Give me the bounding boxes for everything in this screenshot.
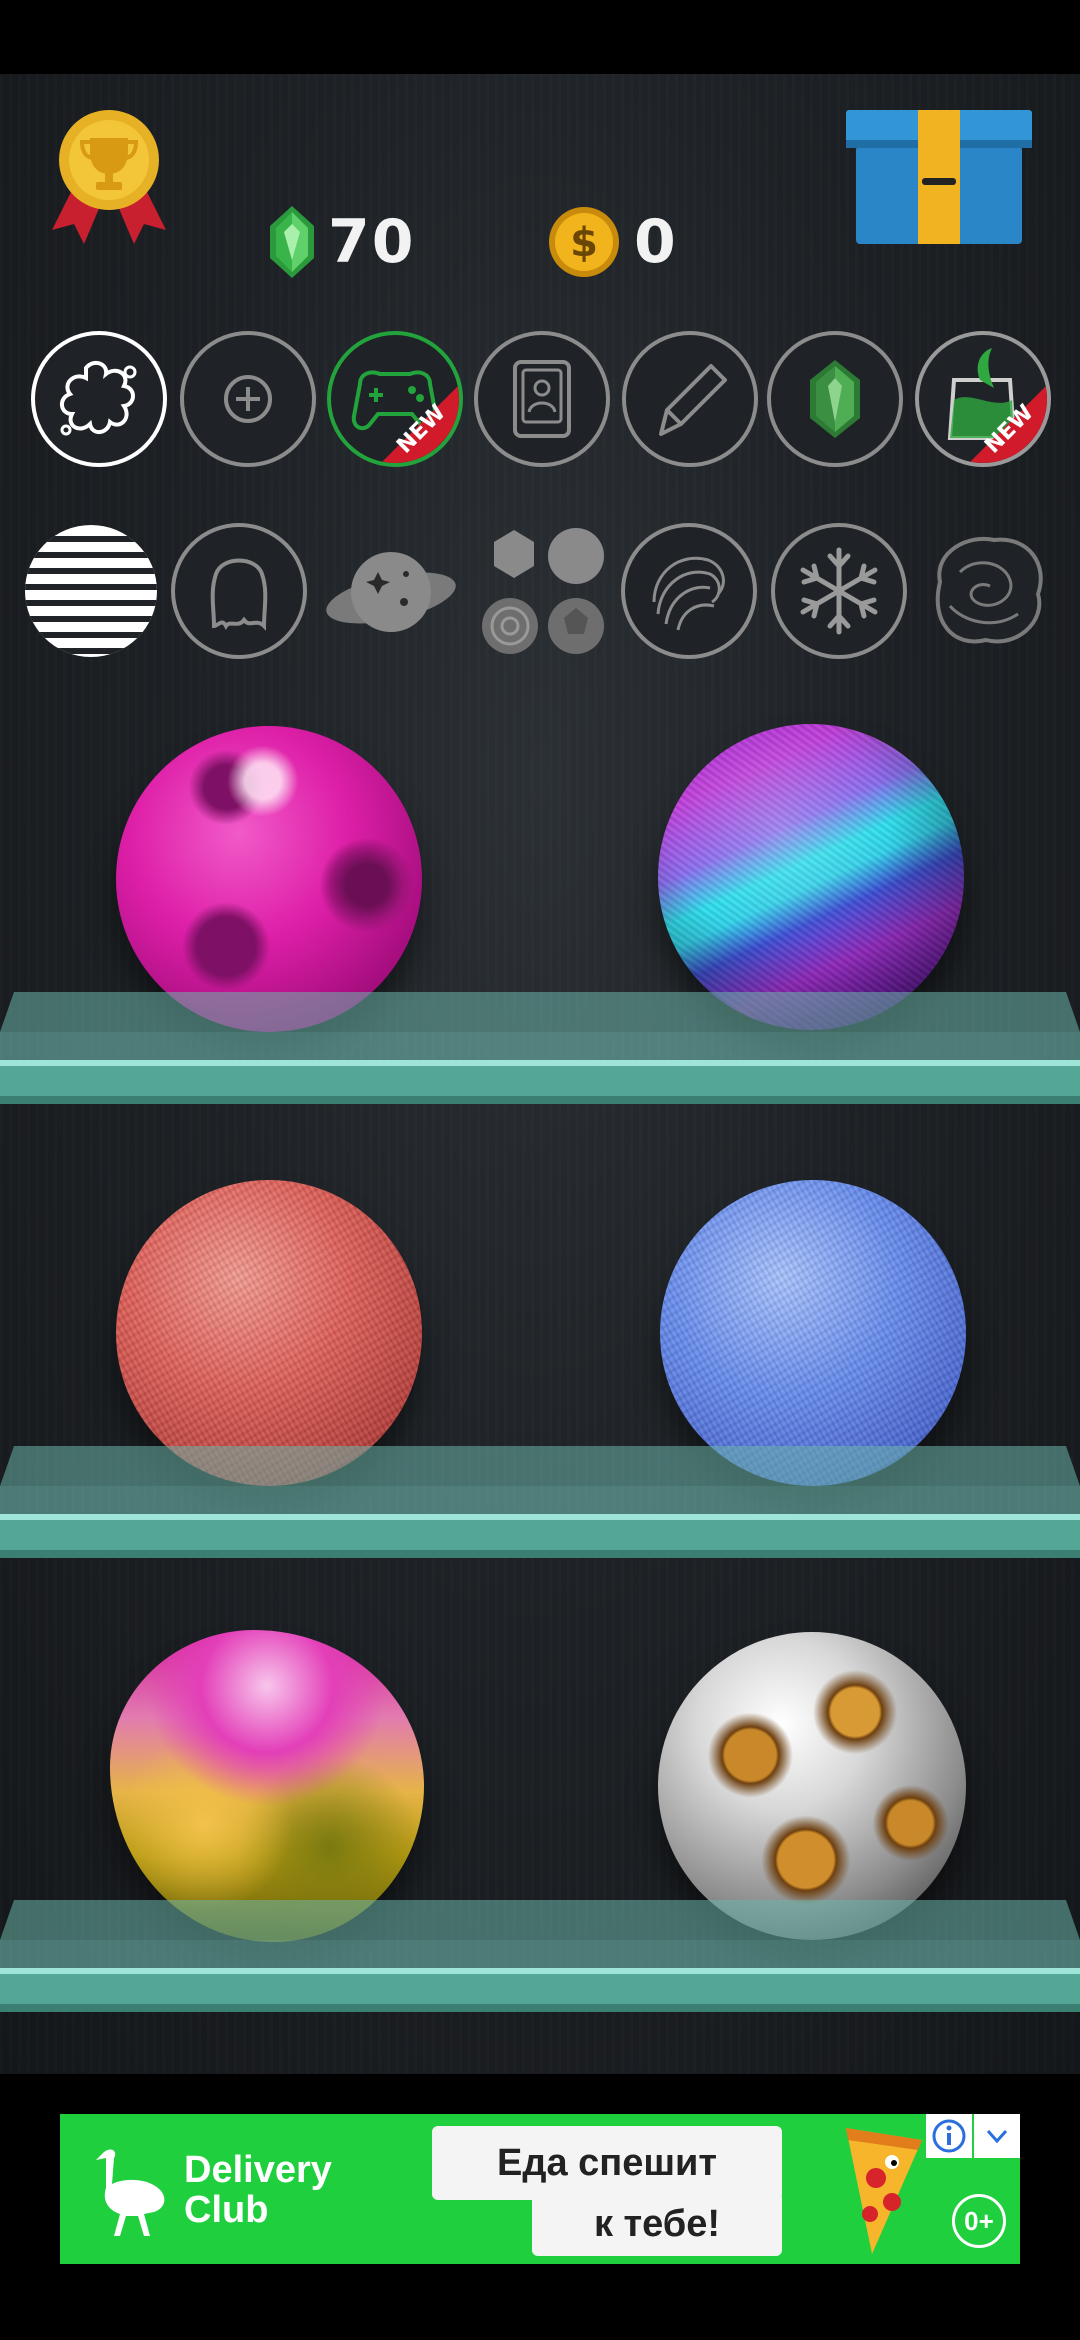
glass-shelf-1 — [0, 992, 1080, 1104]
ad-info-icon[interactable] — [926, 2114, 972, 2158]
purple-cyan-stripe-ball[interactable] — [658, 724, 964, 1030]
pencil-icon — [622, 331, 758, 467]
ad-bubble-1: Еда спешит — [432, 2126, 782, 2200]
ghost-icon — [171, 523, 307, 659]
gem-icon — [270, 206, 314, 278]
ostrich-icon — [96, 2149, 165, 2236]
ad-brand-line1: Delivery — [184, 2149, 332, 2191]
pink-gold-blob-ball[interactable] — [110, 1630, 424, 1942]
profile-card-icon — [474, 331, 610, 467]
coin-icon: $ — [549, 207, 619, 277]
category-games[interactable]: NEW — [326, 330, 464, 468]
category-marble[interactable] — [920, 522, 1058, 660]
svg-text:$: $ — [570, 220, 598, 266]
ad-age-rating: 0+ — [952, 2194, 1006, 2248]
snowflake-icon — [771, 523, 907, 659]
ad-collapse-icon[interactable] — [974, 2114, 1020, 2158]
gamepad-icon: NEW — [327, 331, 463, 467]
category-swirl[interactable] — [620, 522, 758, 660]
category-draw[interactable] — [621, 330, 759, 468]
ad-brand-line2: Club — [184, 2189, 269, 2231]
stripes-icon — [25, 525, 157, 657]
gems-value: 70 — [328, 207, 416, 277]
category-space[interactable] — [322, 522, 460, 660]
plus-icon — [180, 331, 316, 467]
game-screen: 70 $ 0 NEW NEW — [0, 74, 1080, 2074]
pink-crater-ball[interactable] — [116, 726, 422, 1032]
category-splat[interactable] — [30, 330, 168, 468]
category-stripes[interactable] — [22, 522, 160, 660]
category-ghost[interactable] — [170, 522, 308, 660]
textures-icon — [482, 528, 604, 654]
category-slime-jar[interactable]: NEW — [914, 330, 1052, 468]
pizza-icon — [846, 2128, 922, 2254]
gift-box-icon[interactable] — [846, 110, 1032, 244]
ad-bubble-2: к тебе! — [532, 2192, 782, 2256]
category-textures[interactable] — [474, 522, 612, 660]
trophy-icon[interactable] — [48, 108, 170, 246]
blue-textured-ball[interactable] — [660, 1180, 966, 1486]
silver-gold-marble-ball[interactable] — [658, 1632, 966, 1940]
category-gems[interactable] — [766, 330, 904, 468]
coral-textured-ball[interactable] — [116, 1180, 422, 1486]
marble-icon — [935, 536, 1043, 644]
splat-icon — [31, 331, 167, 467]
coins-counter: $ 0 — [548, 202, 678, 282]
category-add[interactable] — [179, 330, 317, 468]
category-profile[interactable] — [473, 330, 611, 468]
glass-shelf-3 — [0, 1900, 1080, 2012]
glass-shelf-2 — [0, 1446, 1080, 1558]
swirl-icon — [621, 523, 757, 659]
ad-brand: Delivery Club — [184, 2150, 332, 2230]
planet-icon — [326, 552, 456, 632]
gem-icon — [767, 331, 903, 467]
slime-jar-icon: NEW — [915, 331, 1051, 467]
coins-value: 0 — [634, 207, 678, 277]
ad-banner[interactable]: Delivery Club Еда спешит к тебе! 0+ — [60, 2114, 1020, 2264]
gems-counter: 70 — [270, 202, 416, 282]
category-frost[interactable] — [770, 522, 908, 660]
status-bar — [0, 0, 1080, 74]
